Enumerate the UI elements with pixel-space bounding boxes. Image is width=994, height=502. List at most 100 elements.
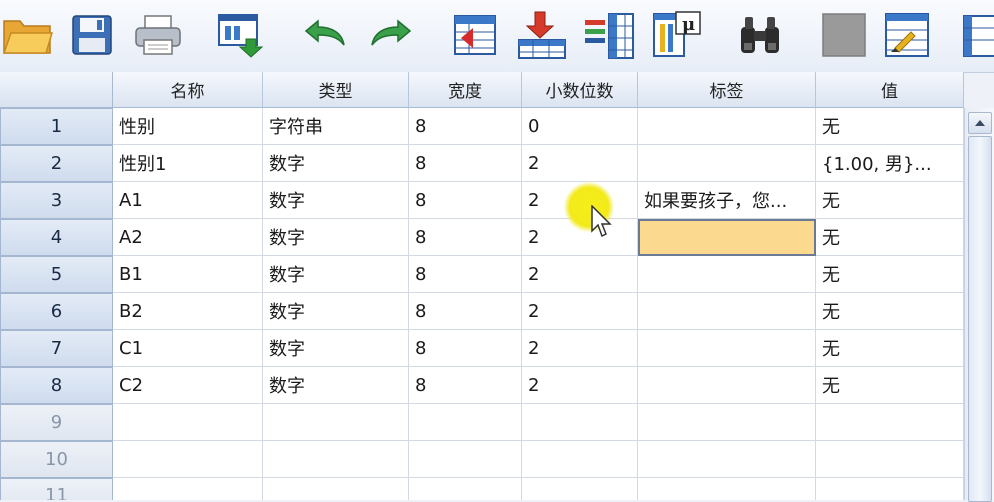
cell-values[interactable] bbox=[816, 441, 964, 478]
cell-width[interactable]: 8 bbox=[409, 145, 522, 182]
row-number[interactable]: 4 bbox=[0, 219, 113, 256]
cell-name[interactable]: B1 bbox=[113, 256, 263, 293]
cell-values[interactable]: {1.00, 男}... bbox=[816, 145, 964, 182]
cell-type[interactable]: 数字 bbox=[263, 145, 409, 182]
cell-label[interactable] bbox=[638, 145, 816, 182]
cell-values[interactable]: 无 bbox=[816, 219, 964, 256]
goto-case-icon[interactable] bbox=[448, 8, 504, 62]
split-file-icon[interactable]: μ bbox=[650, 8, 706, 62]
cell-label[interactable] bbox=[638, 367, 816, 404]
cell-values[interactable]: 无 bbox=[816, 108, 964, 145]
cell-label[interactable] bbox=[638, 293, 816, 330]
row-number[interactable]: 11 bbox=[0, 478, 113, 500]
cell-type[interactable]: 数字 bbox=[263, 219, 409, 256]
cell-values[interactable]: 无 bbox=[816, 182, 964, 219]
row-number[interactable]: 10 bbox=[0, 441, 113, 478]
cell-decimals[interactable]: 2 bbox=[522, 367, 638, 404]
cell-name[interactable]: B2 bbox=[113, 293, 263, 330]
cell-type[interactable] bbox=[263, 441, 409, 478]
find-icon[interactable] bbox=[732, 8, 788, 62]
cell-width[interactable]: 8 bbox=[409, 256, 522, 293]
cell-name[interactable]: 性别 bbox=[113, 108, 263, 145]
cell-name[interactable]: C2 bbox=[113, 367, 263, 404]
row-number[interactable]: 2 bbox=[0, 145, 113, 182]
cell-width[interactable]: 8 bbox=[409, 367, 522, 404]
vertical-scrollbar[interactable] bbox=[964, 108, 994, 502]
cell-type[interactable]: 数字 bbox=[263, 182, 409, 219]
cell-label[interactable] bbox=[638, 441, 816, 478]
svg-text:μ: μ bbox=[682, 14, 695, 35]
grid-icon[interactable] bbox=[960, 8, 994, 62]
col-header-name[interactable]: 名称 bbox=[113, 72, 263, 108]
cell-label[interactable]: 如果要孩子，您... bbox=[638, 182, 816, 219]
col-header-type[interactable]: 类型 bbox=[263, 72, 409, 108]
cell-values[interactable]: 无 bbox=[816, 367, 964, 404]
cell-name[interactable]: A2 bbox=[113, 219, 263, 256]
dialog-recall-icon[interactable] bbox=[212, 8, 268, 62]
cell-values[interactable]: 无 bbox=[816, 330, 964, 367]
insert-case-icon[interactable] bbox=[514, 8, 570, 62]
cell-width[interactable]: 8 bbox=[409, 293, 522, 330]
cell-label[interactable] bbox=[638, 478, 816, 500]
row-number[interactable]: 7 bbox=[0, 330, 113, 367]
scroll-up-button[interactable] bbox=[968, 112, 992, 134]
open-icon[interactable] bbox=[0, 8, 56, 62]
cell-name[interactable] bbox=[113, 441, 263, 478]
cell-width[interactable]: 8 bbox=[409, 330, 522, 367]
scrollbar-thumb[interactable] bbox=[968, 136, 992, 502]
cell-label-selected[interactable] bbox=[638, 219, 816, 256]
cell-name[interactable]: A1 bbox=[113, 182, 263, 219]
cell-width[interactable]: 8 bbox=[409, 219, 522, 256]
select-cases-icon[interactable] bbox=[880, 8, 936, 62]
cell-type[interactable]: 字符串 bbox=[263, 108, 409, 145]
col-header-decimals[interactable]: 小数位数 bbox=[522, 72, 638, 108]
cell-type[interactable]: 数字 bbox=[263, 367, 409, 404]
cell-decimals[interactable] bbox=[522, 441, 638, 478]
col-header-values[interactable]: 值 bbox=[816, 72, 964, 108]
insert-variable-icon[interactable] bbox=[582, 8, 638, 62]
cell-label[interactable] bbox=[638, 330, 816, 367]
undo-icon[interactable] bbox=[296, 8, 352, 62]
save-icon[interactable] bbox=[64, 8, 120, 62]
redo-icon[interactable] bbox=[364, 8, 420, 62]
cell-name[interactable] bbox=[113, 478, 263, 500]
row-number[interactable]: 9 bbox=[0, 404, 113, 441]
cell-label[interactable] bbox=[638, 404, 816, 441]
cell-width[interactable] bbox=[409, 441, 522, 478]
cell-name[interactable]: C1 bbox=[113, 330, 263, 367]
col-header-label[interactable]: 标签 bbox=[638, 72, 816, 108]
cell-width[interactable]: 8 bbox=[409, 108, 522, 145]
cell-width[interactable]: 8 bbox=[409, 182, 522, 219]
cell-width[interactable] bbox=[409, 478, 522, 500]
row-number[interactable]: 5 bbox=[0, 256, 113, 293]
cell-decimals[interactable]: 0 bbox=[522, 108, 638, 145]
row-number[interactable]: 6 bbox=[0, 293, 113, 330]
cell-decimals[interactable] bbox=[522, 404, 638, 441]
cell-name[interactable] bbox=[113, 404, 263, 441]
print-icon[interactable] bbox=[130, 8, 186, 62]
cell-type[interactable]: 数字 bbox=[263, 256, 409, 293]
cell-label[interactable] bbox=[638, 108, 816, 145]
col-header-width[interactable]: 宽度 bbox=[409, 72, 522, 108]
row-number[interactable]: 3 bbox=[0, 182, 113, 219]
cell-values[interactable]: 无 bbox=[816, 256, 964, 293]
table-row: 9 bbox=[0, 404, 964, 441]
cell-type[interactable] bbox=[263, 404, 409, 441]
cell-decimals[interactable] bbox=[522, 478, 638, 500]
cell-decimals[interactable]: 2 bbox=[522, 330, 638, 367]
row-number[interactable]: 1 bbox=[0, 108, 113, 145]
cell-values[interactable] bbox=[816, 478, 964, 500]
cell-type[interactable]: 数字 bbox=[263, 330, 409, 367]
chevron-up-icon bbox=[975, 120, 985, 126]
cell-width[interactable] bbox=[409, 404, 522, 441]
cell-label[interactable] bbox=[638, 256, 816, 293]
row-number[interactable]: 8 bbox=[0, 367, 113, 404]
cell-decimals[interactable]: 2 bbox=[522, 293, 638, 330]
cell-name[interactable]: 性别1 bbox=[113, 145, 263, 182]
cell-decimals[interactable]: 2 bbox=[522, 145, 638, 182]
cell-values[interactable] bbox=[816, 404, 964, 441]
cell-values[interactable]: 无 bbox=[816, 293, 964, 330]
cell-decimals[interactable]: 2 bbox=[522, 256, 638, 293]
cell-type[interactable] bbox=[263, 478, 409, 500]
cell-type[interactable]: 数字 bbox=[263, 293, 409, 330]
